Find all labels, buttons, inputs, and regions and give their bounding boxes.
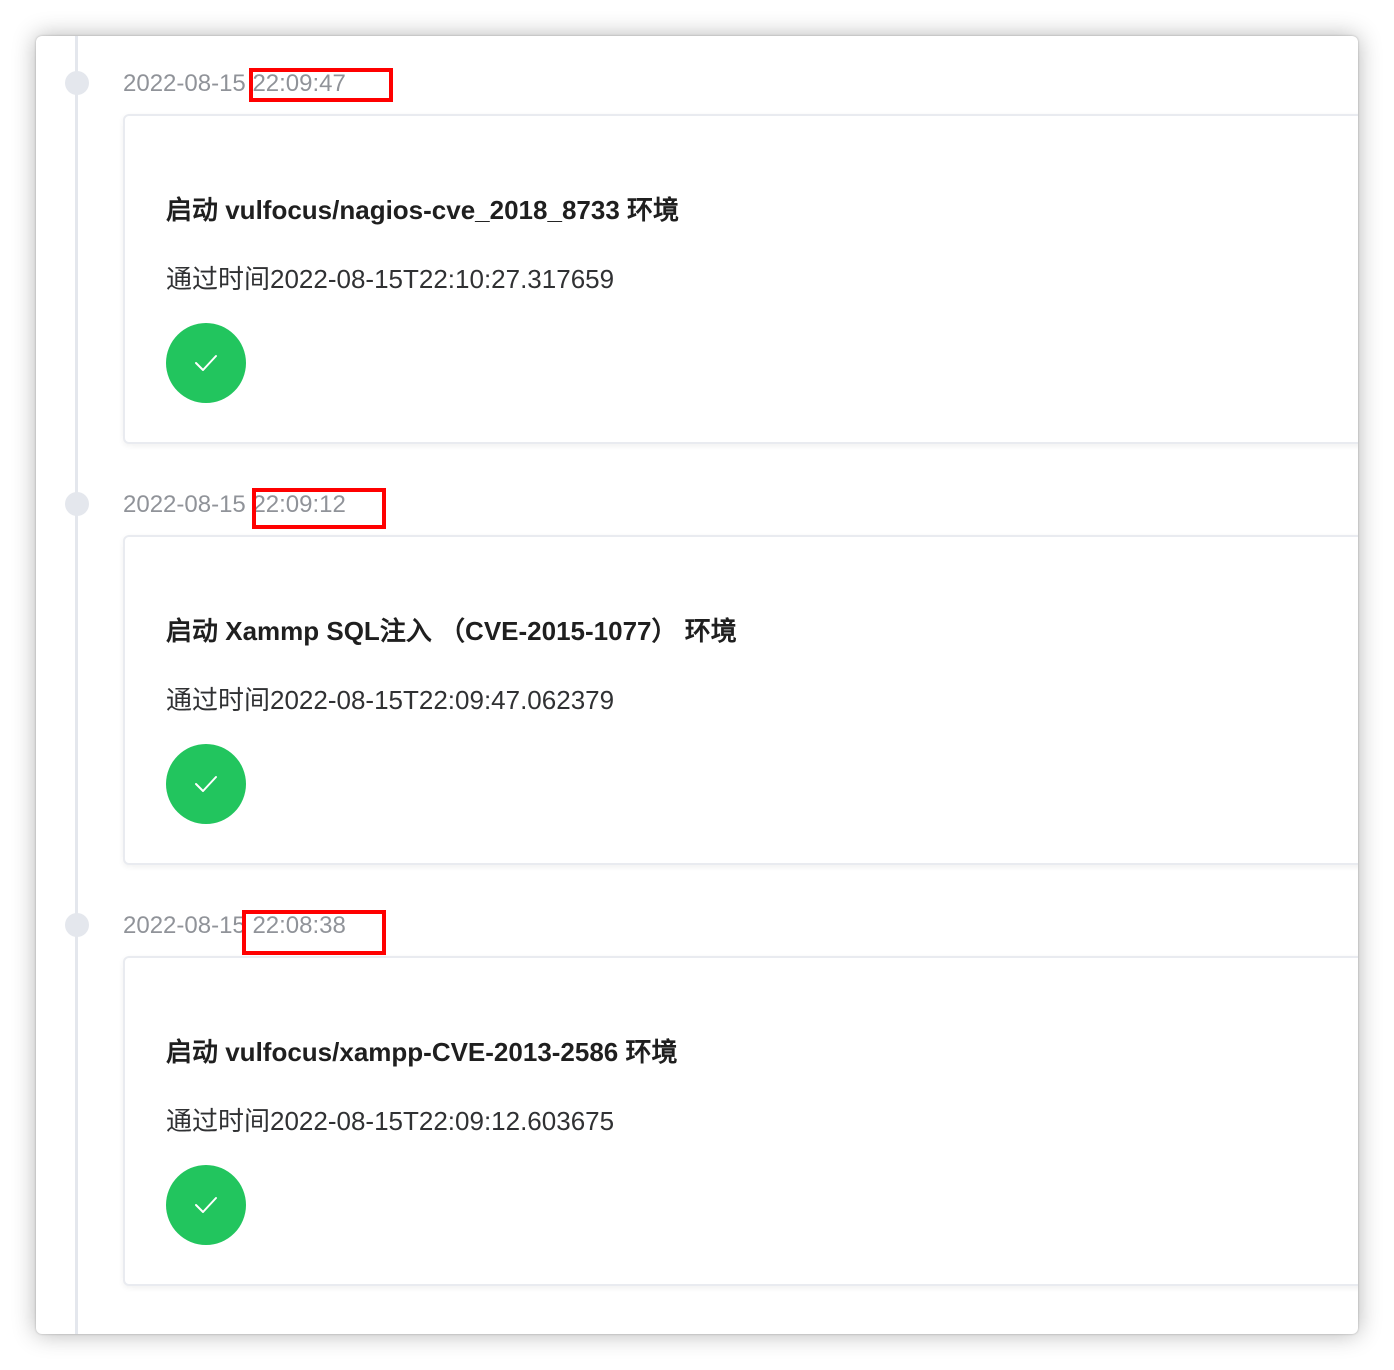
timeline-panel: 2022-08-15 22:09:47 启动 vulfocus/nagios-c… [36,36,1358,1334]
timeline-card: 启动 vulfocus/xampp-CVE-2013-2586 环境 通过时间2… [123,956,1358,1286]
timestamp-date: 2022-08-15 [123,491,246,518]
timeline-node-dot [65,492,89,516]
timestamp: 2022-08-15 22:08:38 [123,910,346,942]
success-status-button[interactable] [166,1165,246,1245]
timeline-card: 启动 Xammp SQL注入 （CVE-2015-1077） 环境 通过时间20… [123,535,1358,865]
timestamp-date: 2022-08-15 [123,912,246,939]
pass-time-text: 通过时间2022-08-15T22:10:27.317659 [166,264,615,294]
timeline-node-dot [65,913,89,937]
timeline-item: 2022-08-15 22:09:12 启动 Xammp SQL注入 （CVE-… [36,487,1358,887]
check-icon [195,776,217,792]
check-icon [195,1197,217,1213]
timestamp-time: 22:09:47 [252,70,346,97]
check-icon [195,355,217,371]
card-title: 启动 Xammp SQL注入 （CVE-2015-1077） 环境 [166,616,737,646]
timestamp-time: 22:08:38 [252,912,346,939]
timeline-item: 2022-08-15 22:08:38 启动 vulfocus/xampp-CV… [36,908,1358,1308]
timestamp: 2022-08-15 22:09:12 [123,489,346,521]
timeline-node-dot [65,71,89,95]
timestamp: 2022-08-15 22:09:47 [123,68,346,100]
timestamp-time: 22:09:12 [252,491,346,518]
pass-time-text: 通过时间2022-08-15T22:09:47.062379 [166,685,615,715]
success-status-button[interactable] [166,744,246,824]
card-title: 启动 vulfocus/nagios-cve_2018_8733 环境 [166,195,680,225]
card-title: 启动 vulfocus/xampp-CVE-2013-2586 环境 [166,1037,678,1067]
timestamp-date: 2022-08-15 [123,70,246,97]
success-status-button[interactable] [166,323,246,403]
pass-time-text: 通过时间2022-08-15T22:09:12.603675 [166,1106,615,1136]
timeline-card: 启动 vulfocus/nagios-cve_2018_8733 环境 通过时间… [123,114,1358,444]
timeline-item: 2022-08-15 22:09:47 启动 vulfocus/nagios-c… [36,66,1358,466]
